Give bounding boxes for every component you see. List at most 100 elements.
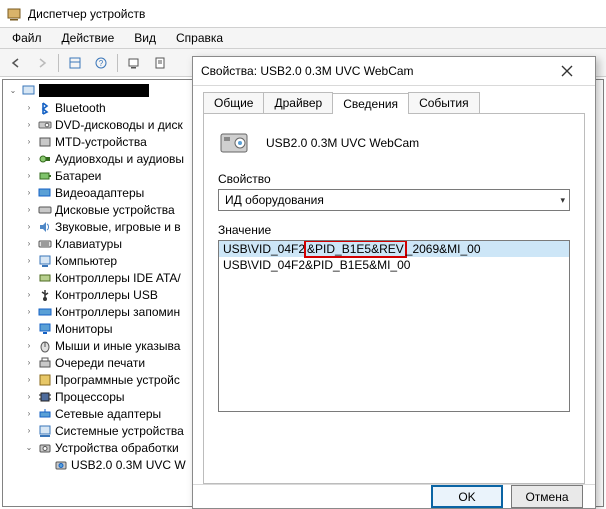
value-row[interactable]: USB\VID_04F2&PID_B1E5&REV_2069&MI_00 (219, 241, 569, 257)
tree-item-label: Bluetooth (55, 101, 106, 115)
expand-icon[interactable]: › (23, 357, 35, 369)
imaging-device-icon (37, 440, 53, 456)
tab-details[interactable]: Сведения (332, 93, 409, 114)
value-listbox[interactable]: USB\VID_04F2&PID_B1E5&REV_2069&MI_00 USB… (218, 240, 570, 412)
dialog-footer: OK Отмена (193, 484, 595, 508)
expand-icon[interactable]: › (23, 408, 35, 420)
property-combo[interactable]: ИД оборудования ▾ (218, 189, 570, 211)
svg-text:?: ? (99, 59, 104, 68)
computer-icon (21, 83, 37, 99)
dialog-title-bar: Свойства: USB2.0 0.3M UVC WebCam (193, 57, 595, 86)
expand-icon[interactable]: › (23, 340, 35, 352)
disk-drive-icon (37, 202, 53, 218)
tree-item-label: Аудиовходы и аудиовы (55, 152, 184, 166)
expand-icon[interactable]: › (23, 272, 35, 284)
mtd-icon (37, 134, 53, 150)
tab-strip: Общие Драйвер Сведения События (203, 92, 585, 114)
storage-controller-icon (37, 304, 53, 320)
collapse-icon[interactable]: ⌄ (23, 442, 35, 454)
tab-events[interactable]: События (408, 92, 480, 113)
tab-driver[interactable]: Драйвер (263, 92, 333, 113)
cancel-button[interactable]: Отмена (511, 485, 583, 508)
toolbar-properties-button[interactable] (148, 52, 172, 74)
value-text-post: _2069&MI_00 (406, 242, 481, 256)
ide-controller-icon (37, 270, 53, 286)
expand-icon[interactable]: › (23, 204, 35, 216)
expand-icon[interactable]: › (23, 289, 35, 301)
tree-item-label: Батареи (55, 169, 101, 183)
keyboard-icon (37, 236, 53, 252)
toolbar-show-hidden-button[interactable] (63, 52, 87, 74)
expand-icon[interactable]: › (23, 323, 35, 335)
cpu-icon (37, 389, 53, 405)
menu-file[interactable]: Файл (2, 29, 52, 47)
tab-panel-details: USB2.0 0.3M UVC WebCam Свойство ИД обору… (203, 114, 585, 484)
window-title: Диспетчер устройств (28, 7, 145, 21)
value-text-pre: USB\VID_04F2 (223, 242, 305, 256)
expand-icon[interactable]: › (23, 153, 35, 165)
expand-icon[interactable]: › (23, 306, 35, 318)
expand-icon[interactable]: › (23, 119, 35, 131)
system-device-icon (37, 423, 53, 439)
tree-item-label: DVD-дисководы и диск (55, 118, 183, 132)
property-combo-value: ИД оборудования (225, 193, 324, 207)
tree-item-label: Клавиатуры (55, 237, 122, 251)
tab-general[interactable]: Общие (203, 92, 264, 113)
value-text: USB\VID_04F2&PID_B1E5&MI_00 (223, 258, 410, 272)
tree-item-label: Программные устройс (55, 373, 180, 387)
tree-item-label: Контроллеры запомин (55, 305, 180, 319)
menu-help[interactable]: Справка (166, 29, 233, 47)
tree-item-label: Контроллеры IDE ATA/ (55, 271, 181, 285)
menu-bar: Файл Действие Вид Справка (0, 28, 606, 49)
monitor-icon (37, 321, 53, 337)
expand-icon[interactable]: › (23, 425, 35, 437)
print-queue-icon (37, 355, 53, 371)
device-icon (218, 128, 252, 158)
title-bar: Диспетчер устройств (0, 0, 606, 28)
menu-view[interactable]: Вид (124, 29, 166, 47)
expand-icon[interactable]: › (23, 391, 35, 403)
tree-item-label: Сетевые адаптеры (55, 407, 161, 421)
expand-icon[interactable]: › (23, 255, 35, 267)
sound-icon (37, 219, 53, 235)
app-icon (6, 6, 22, 22)
expand-spacer (39, 459, 51, 471)
bluetooth-icon (37, 100, 53, 116)
toolbar-scan-button[interactable] (122, 52, 146, 74)
toolbar-help-button[interactable]: ? (89, 52, 113, 74)
cancel-button-label: Отмена (525, 490, 568, 504)
tree-item-label: Контроллеры USB (55, 288, 158, 302)
collapse-icon[interactable]: ⌄ (7, 85, 19, 97)
audio-io-icon (37, 151, 53, 167)
tree-item-label: Звуковые, игровые и в (55, 220, 181, 234)
expand-icon[interactable]: › (23, 136, 35, 148)
expand-icon[interactable]: › (23, 170, 35, 182)
tree-item-label: Устройства обработки (55, 441, 179, 455)
toolbar-separator (58, 54, 59, 72)
chevron-down-icon: ▾ (560, 195, 565, 206)
tree-item-label: Мыши и иные указыва (55, 339, 180, 353)
battery-icon (37, 168, 53, 184)
tree-item-label: MTD-устройства (55, 135, 147, 149)
ok-button[interactable]: OK (431, 485, 503, 508)
tree-item-label: Процессоры (55, 390, 125, 404)
expand-icon[interactable]: › (23, 374, 35, 386)
expand-icon[interactable]: › (23, 238, 35, 250)
tree-item-label: USB2.0 0.3M UVC W (71, 458, 186, 472)
menu-action[interactable]: Действие (52, 29, 125, 47)
toolbar-back-button[interactable] (4, 52, 28, 74)
expand-icon[interactable]: › (23, 221, 35, 233)
toolbar-forward-button[interactable] (30, 52, 54, 74)
webcam-icon (53, 457, 69, 473)
display-adapter-icon (37, 185, 53, 201)
tree-item-label: Дисковые устройства (55, 203, 175, 217)
expand-icon[interactable]: › (23, 187, 35, 199)
expand-icon[interactable]: › (23, 102, 35, 114)
tree-item-label: Видеоадаптеры (55, 186, 144, 200)
property-label: Свойство (218, 172, 570, 186)
value-row[interactable]: USB\VID_04F2&PID_B1E5&MI_00 (219, 257, 569, 273)
mouse-icon (37, 338, 53, 354)
network-adapter-icon (37, 406, 53, 422)
usb-icon (37, 287, 53, 303)
close-button[interactable] (547, 57, 587, 85)
